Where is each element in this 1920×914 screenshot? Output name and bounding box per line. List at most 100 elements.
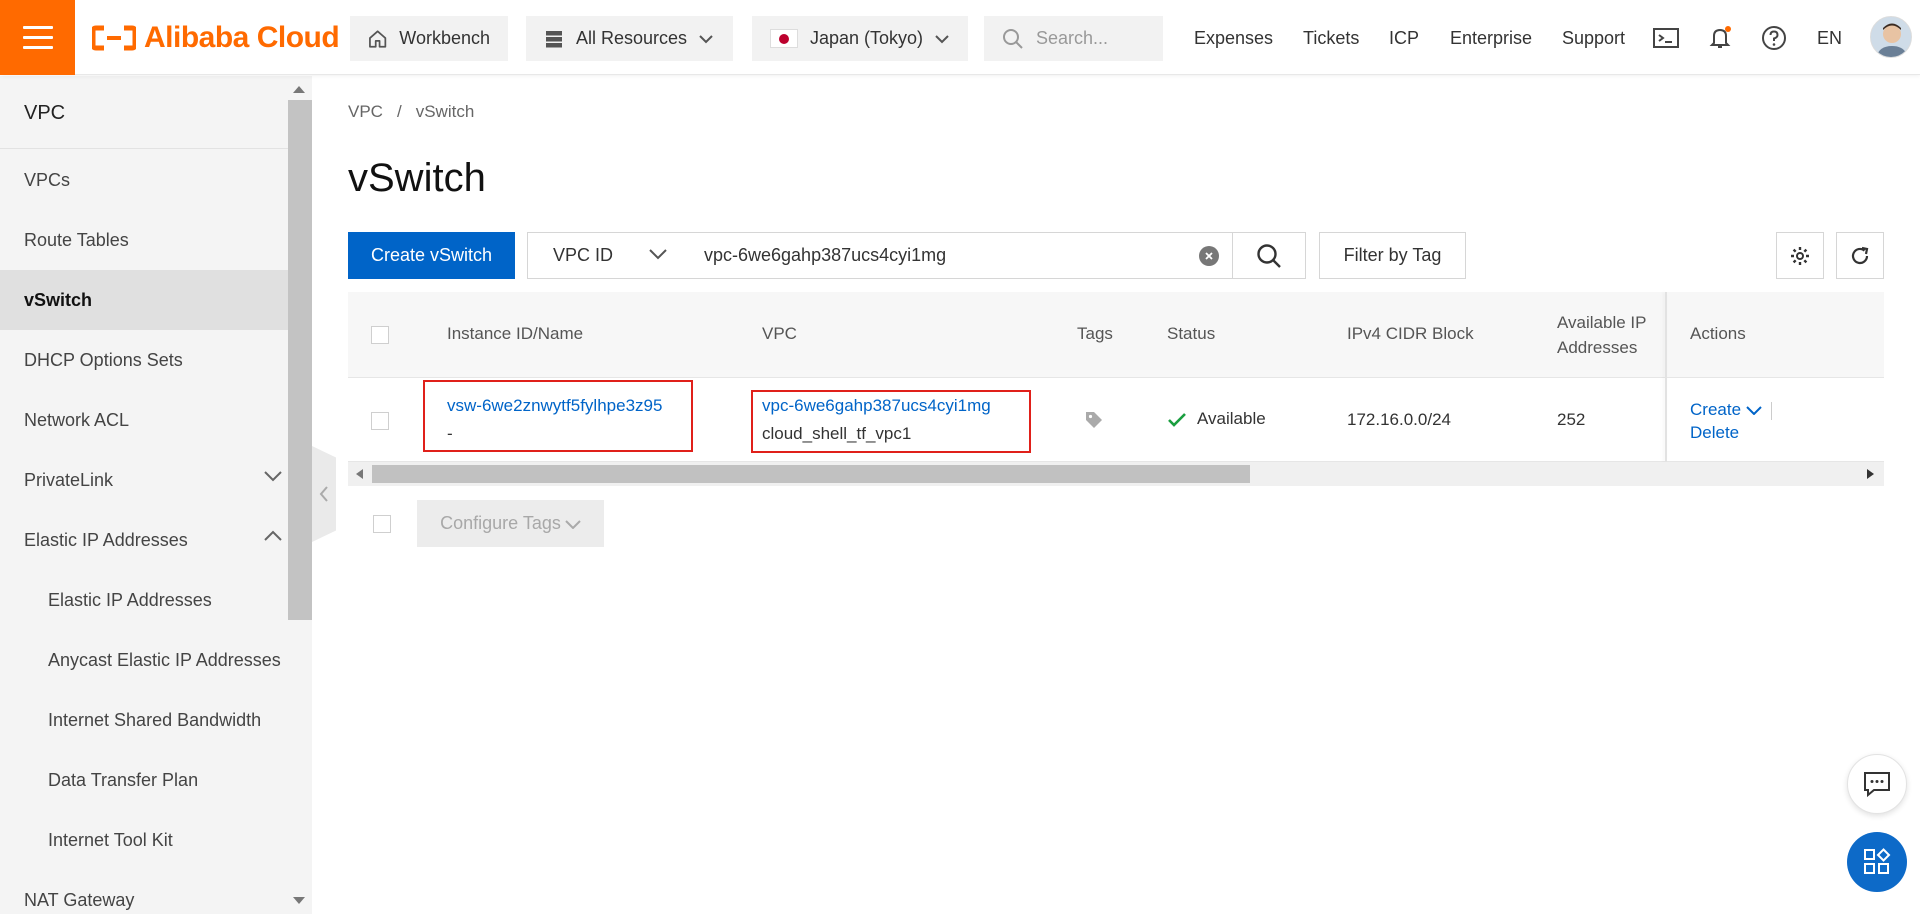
sidebar-item-internet-tool-kit[interactable]: Internet Tool Kit [0, 810, 288, 870]
header-vpc: VPC [762, 324, 797, 343]
search-button[interactable] [1232, 232, 1306, 279]
table-scrollbar-thumb[interactable] [372, 465, 1250, 483]
filter-field-select[interactable]: VPC ID [527, 232, 680, 279]
chevron-up-icon [264, 530, 282, 541]
header-available-ips: Available IP Addresses [1557, 313, 1647, 357]
sidebar-item-internet-shared-bandwidth[interactable]: Internet Shared Bandwidth [0, 690, 288, 750]
sidebar-item-elastic-ip-group[interactable]: Elastic IP Addresses [0, 510, 288, 570]
sidebar-item-label: Elastic IP Addresses [24, 529, 188, 550]
help-icon[interactable] [1760, 24, 1788, 52]
chat-icon [1864, 772, 1890, 798]
create-action-link[interactable]: Create [1690, 400, 1762, 420]
table-row: vsw-6we2znwytf5fylhpe3z95 - vpc-6we6gahp… [348, 378, 1884, 462]
scroll-right-arrow-icon[interactable] [1866, 468, 1876, 480]
tickets-link[interactable]: Tickets [1303, 28, 1359, 49]
action-separator [1771, 402, 1772, 420]
header-ipv4-cidr: IPv4 CIDR Block [1347, 324, 1474, 343]
vpc-name: cloud_shell_tf_vpc1 [762, 424, 912, 443]
vpc-id-search-input[interactable]: vpc-6we6gahp387ucs4cyi1mg [679, 232, 1233, 279]
sidebar-item-label: DHCP Options Sets [24, 349, 183, 370]
scroll-left-arrow-icon[interactable] [354, 468, 364, 480]
region-selector[interactable]: Japan (Tokyo) [752, 16, 968, 61]
delete-action-link[interactable]: Delete [1690, 423, 1739, 443]
scroll-up-arrow-icon[interactable] [292, 84, 306, 94]
server-stack-icon [546, 30, 562, 47]
breadcrumb-separator: / [396, 102, 402, 121]
filter-by-tag-button[interactable]: Filter by Tag [1319, 232, 1466, 279]
sidebar-item-label: Anycast Elastic IP Addresses [48, 649, 281, 670]
hamburger-menu-button[interactable] [0, 0, 75, 75]
apps-grid-icon [1864, 848, 1891, 874]
notification-bell-icon[interactable] [1706, 24, 1734, 52]
chevron-down-icon [565, 519, 581, 529]
select-all-checkbox[interactable] [371, 326, 389, 344]
sidebar-item-label: Network ACL [24, 409, 130, 430]
chevron-down-icon [264, 471, 282, 482]
alibaba-cloud-logo[interactable]: Alibaba Cloud [92, 20, 340, 56]
support-link[interactable]: Support [1562, 28, 1625, 49]
region-label: Japan (Tokyo) [810, 28, 924, 48]
search-icon [1257, 243, 1281, 268]
configure-tags-label: Configure Tags [440, 513, 561, 533]
sidebar-item-nat-gateway[interactable]: NAT Gateway [0, 870, 288, 914]
sidebar-item-vswitch[interactable]: vSwitch [0, 270, 288, 330]
configure-tags-button: Configure Tags [417, 500, 604, 547]
sidebar-item-dhcp-options-sets[interactable]: DHCP Options Sets [0, 330, 288, 390]
refresh-icon [1851, 246, 1869, 264]
sidebar-item-label: Internet Shared Bandwidth [48, 709, 262, 730]
sidebar-item-route-tables[interactable]: Route Tables [0, 210, 288, 270]
user-avatar[interactable] [1870, 16, 1912, 58]
japan-flag-icon [770, 29, 798, 48]
sidebar-item-privatelink[interactable]: PrivateLink [0, 450, 288, 510]
workbench-label: Workbench [399, 28, 490, 48]
workbench-button[interactable]: Workbench [350, 16, 508, 61]
sidebar-item-label: Data Transfer Plan [48, 769, 199, 790]
search-icon [1003, 28, 1023, 49]
expenses-link[interactable]: Expenses [1194, 28, 1273, 49]
terminal-icon[interactable] [1652, 24, 1680, 52]
vpc-id-link[interactable]: vpc-6we6gahp387ucs4cyi1mg [762, 396, 991, 416]
tag-icon[interactable] [1084, 410, 1104, 430]
header-tags: Tags [1077, 324, 1113, 343]
breadcrumb-vpc[interactable]: VPC [348, 102, 383, 122]
create-action-label: Create [1690, 400, 1742, 419]
home-icon [369, 29, 387, 48]
sidebar-scrollbar-thumb[interactable] [288, 100, 312, 620]
breadcrumb: VPC / vSwitch [348, 102, 474, 122]
sidebar-title: VPC [24, 102, 66, 124]
header-actions: Actions [1690, 324, 1746, 343]
alibaba-logo-icon [92, 25, 136, 51]
scroll-down-arrow-icon[interactable] [292, 896, 306, 906]
settings-button[interactable] [1776, 232, 1824, 279]
status-text: Available [1197, 409, 1266, 428]
enterprise-link[interactable]: Enterprise [1450, 28, 1532, 49]
top-bar: Alibaba Cloud Workbench All Resources Ja… [0, 0, 1920, 75]
chevron-down-icon [1746, 406, 1762, 416]
sidebar-collapse-handle[interactable] [312, 446, 336, 542]
create-vswitch-button[interactable]: Create vSwitch [348, 232, 515, 279]
chevron-down-icon [935, 34, 949, 43]
all-resources-label: All Resources [576, 28, 688, 48]
sidebar-divider [0, 148, 288, 149]
check-icon [1168, 413, 1186, 427]
chat-button[interactable] [1847, 754, 1907, 814]
sidebar-item-data-transfer-plan[interactable]: Data Transfer Plan [0, 750, 288, 810]
sidebar-item-network-acl[interactable]: Network ACL [0, 390, 288, 450]
sidebar-item-label: NAT Gateway [24, 889, 135, 910]
all-resources-dropdown[interactable]: All Resources [526, 16, 733, 61]
apps-button[interactable] [1847, 832, 1907, 892]
sidebar-item-elastic-ip-addresses[interactable]: Elastic IP Addresses [0, 570, 288, 630]
sidebar-item-label: Route Tables [24, 229, 129, 250]
sidebar-item-anycast-eip[interactable]: Anycast Elastic IP Addresses [0, 630, 288, 690]
sidebar-item-vpcs[interactable]: VPCs [0, 150, 288, 210]
refresh-button[interactable] [1836, 232, 1884, 279]
language-switcher[interactable]: EN [1817, 28, 1842, 49]
row-checkbox[interactable] [371, 412, 389, 430]
header-status: Status [1167, 324, 1216, 343]
clear-search-icon[interactable] [1199, 246, 1219, 266]
footer-select-all-checkbox[interactable] [373, 515, 391, 533]
vswitch-id-link[interactable]: vsw-6we2znwytf5fylhpe3z95 [447, 396, 662, 416]
global-search-input[interactable]: Search... [984, 16, 1163, 61]
icp-link[interactable]: ICP [1389, 28, 1419, 49]
sidebar-item-label: vSwitch [24, 289, 93, 310]
